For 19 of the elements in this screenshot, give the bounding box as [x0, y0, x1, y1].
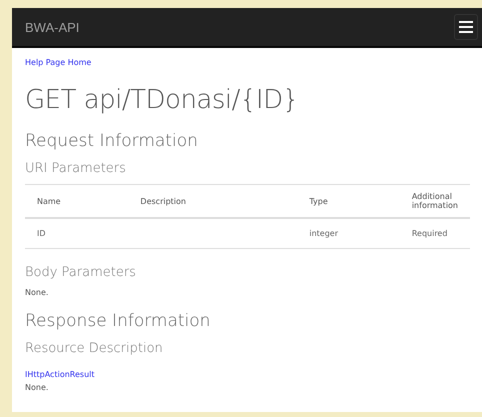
resource-text: None. [25, 383, 50, 392]
column-header: Name [25, 184, 128, 218]
menu-button[interactable] [454, 14, 478, 40]
brand-title[interactable]: BWA-API [25, 20, 80, 34]
subsection-heading: Body Parameters [25, 265, 137, 280]
column-header: Type [297, 184, 400, 218]
section-heading: Response Information [25, 311, 212, 331]
body-text: None. [25, 288, 50, 297]
table-cell: ID [25, 218, 128, 248]
table-cell: Required [400, 218, 470, 248]
section-heading: Request Information [25, 131, 199, 151]
column-header: Description [128, 184, 298, 218]
resource-type-link[interactable]: IHttpActionResult [25, 370, 94, 379]
table-cell: integer [297, 218, 400, 248]
page-title: GET api/TDonasi/{ID} [25, 85, 300, 115]
subsection-heading: Resource Description [25, 341, 164, 356]
subsection-heading: URI Parameters [25, 161, 127, 176]
help-page-link[interactable]: Help Page Home [25, 58, 92, 67]
column-header: Additional information [400, 184, 470, 218]
